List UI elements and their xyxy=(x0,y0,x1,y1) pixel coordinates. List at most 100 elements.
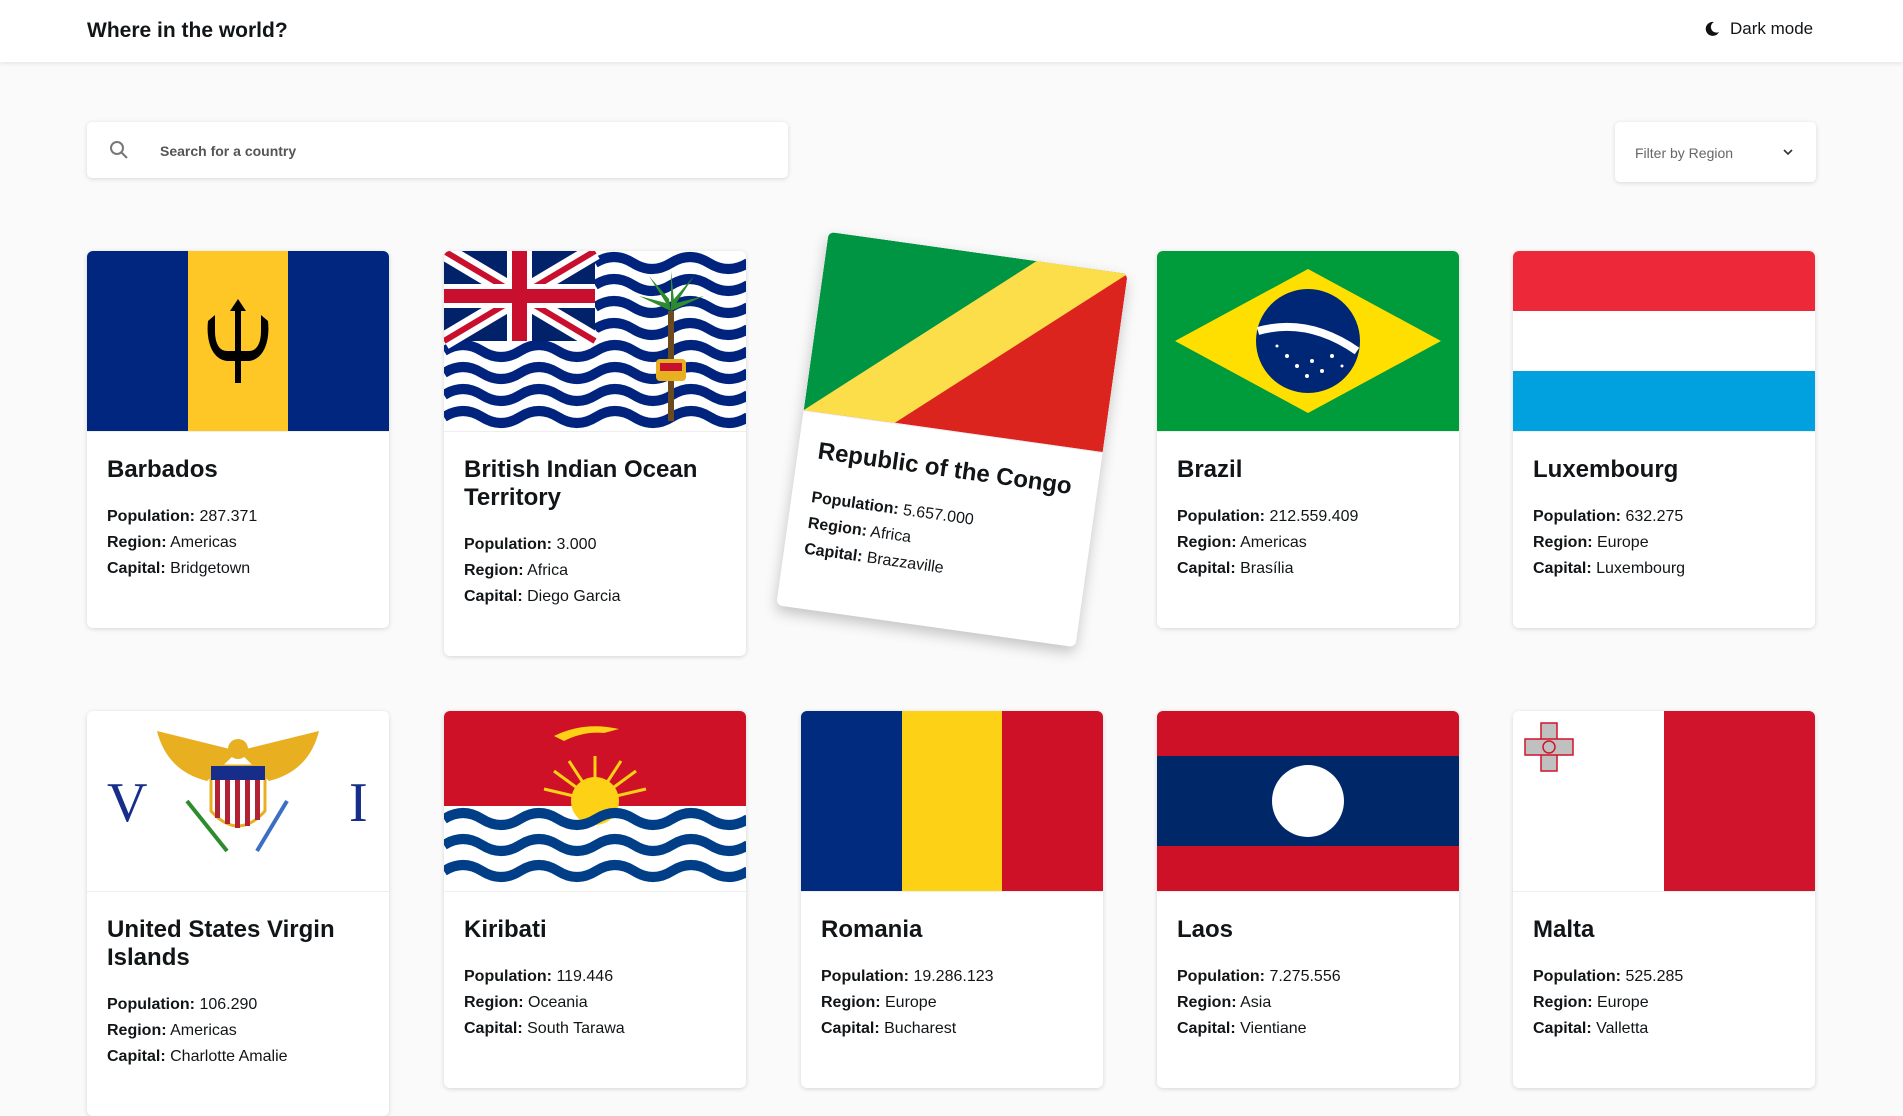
app-title: Where in the world? xyxy=(87,19,288,42)
population-label: Population: xyxy=(464,536,552,553)
region-value: Europe xyxy=(885,994,937,1011)
capital-value: Valletta xyxy=(1596,1020,1649,1037)
country-card-luxembourg[interactable]: Luxembourg Population: 632.275 Region: E… xyxy=(1513,251,1815,628)
capital-row: Capital: Vientiane xyxy=(1177,1016,1439,1042)
country-card-laos[interactable]: Laos Population: 7.275.556 Region: Asia … xyxy=(1157,711,1459,1088)
country-card-kiribati[interactable]: Kiribati Population: 119.446 Region: Oce… xyxy=(444,711,746,1088)
region-row: Region: Americas xyxy=(1177,530,1439,556)
region-label: Region: xyxy=(107,1022,167,1039)
region-filter-select[interactable]: Filter by Region xyxy=(1615,122,1816,182)
country-name: Malta xyxy=(1533,916,1595,943)
kiribati-flag xyxy=(444,711,746,892)
country-card-usvi[interactable]: V I United States Virgin Islands Populat… xyxy=(87,711,389,1116)
capital-value: Charlotte Amalie xyxy=(170,1048,288,1065)
region-label: Region: xyxy=(1533,994,1593,1011)
country-card-congo[interactable]: Republic of the Congo Population: 5.657.… xyxy=(776,231,1128,648)
region-label: Region: xyxy=(464,994,524,1011)
capital-value: Bucharest xyxy=(884,1020,957,1037)
population-label: Population: xyxy=(1533,968,1621,985)
biot-flag xyxy=(444,251,746,432)
capital-value: Bridgetown xyxy=(170,560,251,577)
capital-row: Capital: Luxembourg xyxy=(1533,556,1795,582)
population-value: 119.446 xyxy=(556,968,614,985)
luxembourg-flag xyxy=(1513,251,1815,432)
country-name: Luxembourg xyxy=(1533,456,1679,483)
search-input[interactable] xyxy=(158,122,762,180)
capital-value: Brazzaville xyxy=(865,549,945,577)
region-value: Americas xyxy=(170,1022,237,1039)
region-row: Region: Europe xyxy=(821,990,1083,1016)
dark-mode-label: Dark mode xyxy=(1730,19,1814,38)
capital-label: Capital: xyxy=(1177,560,1236,577)
region-value: Americas xyxy=(1240,534,1307,551)
country-card-brazil[interactable]: Brazil Population: 212.559.409 Region: A… xyxy=(1157,251,1459,628)
region-row: Region: Africa xyxy=(464,558,726,584)
capital-label: Capital: xyxy=(1533,560,1592,577)
population-value: 212.559.409 xyxy=(1269,508,1359,525)
region-row: Region: Europe xyxy=(1533,530,1795,556)
population-value: 525.285 xyxy=(1625,968,1684,985)
population-row: Population: 106.290 xyxy=(107,992,369,1018)
region-label: Region: xyxy=(1177,994,1237,1011)
country-name: Laos xyxy=(1177,916,1234,943)
region-value: Africa xyxy=(869,523,913,547)
country-card-romania[interactable]: Romania Population: 19.286.123 Region: E… xyxy=(801,711,1103,1088)
population-row: Population: 7.275.556 xyxy=(1177,964,1439,990)
chevron-down-icon xyxy=(1783,149,1793,156)
capital-label: Capital: xyxy=(1177,1020,1236,1037)
population-row: Population: 632.275 xyxy=(1533,504,1795,530)
region-row: Region: Americas xyxy=(107,1018,369,1044)
capital-row: Capital: Brasília xyxy=(1177,556,1439,582)
population-label: Population: xyxy=(821,968,909,985)
country-card-malta[interactable]: Malta Population: 525.285 Region: Europe… xyxy=(1513,711,1815,1088)
country-name: Romania xyxy=(821,916,923,943)
country-name: United States Virgin Islands xyxy=(107,916,335,971)
population-label: Population: xyxy=(107,508,195,525)
capital-label: Capital: xyxy=(464,1020,523,1037)
country-card-barbados[interactable]: Barbados Population: 287.371 Region: Ame… xyxy=(87,251,389,628)
country-name: Brazil xyxy=(1177,456,1243,483)
country-name: British Indian Ocean Territory xyxy=(464,456,698,511)
region-filter-label: Filter by Region xyxy=(1635,145,1734,161)
population-value: 287.371 xyxy=(199,508,258,525)
population-value: 19.286.123 xyxy=(913,968,994,985)
region-label: Region: xyxy=(1533,534,1593,551)
moon-icon xyxy=(1705,21,1719,36)
search-icon xyxy=(110,141,128,159)
population-label: Population: xyxy=(1177,968,1265,985)
region-label: Region: xyxy=(107,534,167,551)
capital-row: Capital: Bucharest xyxy=(821,1016,1083,1042)
region-value: Europe xyxy=(1597,534,1649,551)
region-value: Asia xyxy=(1240,994,1272,1011)
capital-row: Capital: Diego Garcia xyxy=(464,584,726,610)
population-label: Population: xyxy=(1177,508,1265,525)
capital-label: Capital: xyxy=(1533,1020,1592,1037)
romania-flag xyxy=(801,711,1103,892)
region-value: Oceania xyxy=(528,994,588,1011)
capital-value: South Tarawa xyxy=(527,1020,625,1037)
dark-mode-toggle[interactable]: Dark mode xyxy=(1704,19,1813,39)
laos-flag xyxy=(1157,711,1459,892)
barbados-flag xyxy=(87,251,389,432)
population-row: Population: 212.559.409 xyxy=(1177,504,1439,530)
population-row: Population: 3.000 xyxy=(464,532,726,558)
capital-value: Brasília xyxy=(1240,560,1294,577)
region-label: Region: xyxy=(1177,534,1237,551)
brazil-flag xyxy=(1157,251,1459,432)
region-row: Region: Americas xyxy=(107,530,369,556)
country-card-biot[interactable]: British Indian Ocean Territory Populatio… xyxy=(444,251,746,656)
population-row: Population: 287.371 xyxy=(107,504,369,530)
capital-label: Capital: xyxy=(464,588,523,605)
population-value: 7.275.556 xyxy=(1269,968,1341,985)
capital-row: Capital: Charlotte Amalie xyxy=(107,1044,369,1070)
country-name: Kiribati xyxy=(464,916,547,943)
region-label: Region: xyxy=(464,562,524,579)
population-label: Population: xyxy=(1533,508,1621,525)
capital-value: Luxembourg xyxy=(1596,560,1686,577)
population-value: 632.275 xyxy=(1625,508,1684,525)
search-box[interactable] xyxy=(87,122,788,180)
region-value: Africa xyxy=(527,562,569,579)
population-row: Population: 525.285 xyxy=(1533,964,1795,990)
capital-row: Capital: Bridgetown xyxy=(107,556,369,582)
capital-label: Capital: xyxy=(107,560,166,577)
